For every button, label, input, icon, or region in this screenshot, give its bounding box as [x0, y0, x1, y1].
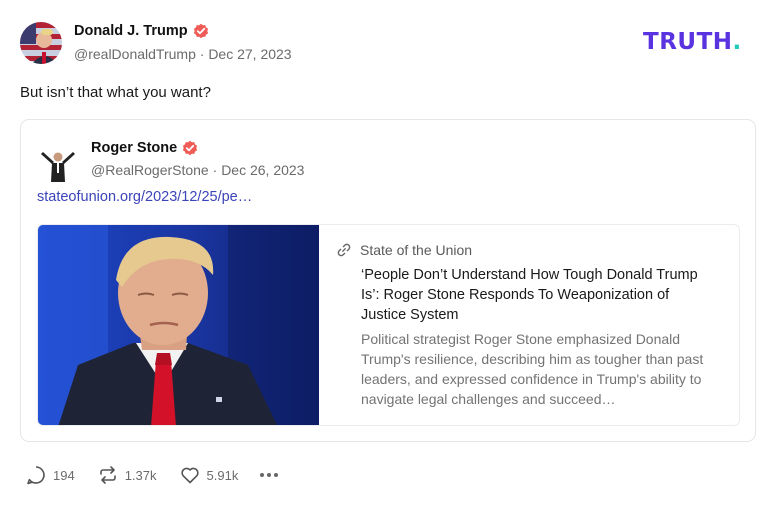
- author-name-text[interactable]: Donald J. Trump: [74, 23, 188, 39]
- verified-badge-icon: [183, 140, 198, 156]
- author-name[interactable]: Donald J. Trump: [74, 23, 209, 39]
- like-count: 5.91k: [206, 467, 239, 483]
- more-dot-icon: [274, 473, 279, 477]
- quote-author-name-text[interactable]: Roger Stone: [91, 140, 177, 156]
- link-preview-image[interactable]: [38, 225, 319, 425]
- quote-author-meta: @RealRogerStone · Dec 26, 2023: [91, 162, 304, 178]
- like-button[interactable]: 5.91k: [179, 464, 239, 486]
- link-source-name: State of the Union: [360, 242, 473, 258]
- quote-author-handle[interactable]: @RealRogerStone: [91, 162, 209, 178]
- post-text: But isn’t that what you want?: [20, 84, 211, 101]
- link-source: State of the Union: [336, 242, 472, 258]
- quote-author-name[interactable]: Roger Stone: [91, 140, 198, 156]
- link-icon: [337, 243, 351, 257]
- retruth-icon: [99, 466, 116, 484]
- quote-author-avatar[interactable]: [38, 148, 78, 182]
- quote-link[interactable]: stateofunion.org/2023/12/25/pe…: [37, 189, 252, 205]
- retruth-button[interactable]: 1.37k: [97, 464, 157, 486]
- truth-logo[interactable]: TRUTH.: [643, 29, 742, 55]
- author-avatar[interactable]: [20, 22, 62, 64]
- link-preview-card[interactable]: State of the Union ‘People Don’t Underst…: [37, 224, 740, 426]
- reply-button[interactable]: 194: [25, 464, 75, 486]
- link-preview-body: State of the Union ‘People Don’t Underst…: [319, 225, 739, 425]
- post-date[interactable]: Dec 27, 2023: [208, 46, 291, 62]
- author-handle[interactable]: @realDonaldTrump: [74, 46, 196, 62]
- link-title[interactable]: ‘People Don’t Understand How Tough Donal…: [361, 265, 711, 325]
- reply-icon: [27, 466, 45, 485]
- author-meta: @realDonaldTrump · Dec 27, 2023: [74, 46, 292, 62]
- meta-separator: ·: [212, 162, 218, 178]
- link-description: Political strategist Roger Stone emphasi…: [361, 331, 704, 407]
- meta-separator: ·: [199, 46, 205, 62]
- logo-dot: .: [732, 29, 742, 55]
- logo-text: TRUTH: [643, 29, 733, 55]
- quoted-post[interactable]: Roger Stone @RealRogerStone · Dec 26, 20…: [20, 119, 756, 442]
- action-bar: 194 1.37k 5.91k: [25, 462, 300, 488]
- more-dot-icon: [260, 473, 265, 477]
- more-options-button[interactable]: [260, 473, 279, 477]
- heart-icon: [180, 467, 199, 484]
- more-dot-icon: [267, 473, 272, 477]
- reply-count: 194: [53, 467, 75, 483]
- truth-post: Donald J. Trump @realDonaldTrump · Dec 2…: [0, 0, 777, 505]
- verified-badge-icon: [193, 23, 208, 39]
- quote-date[interactable]: Dec 26, 2023: [221, 162, 304, 178]
- retruth-count: 1.37k: [124, 467, 157, 483]
